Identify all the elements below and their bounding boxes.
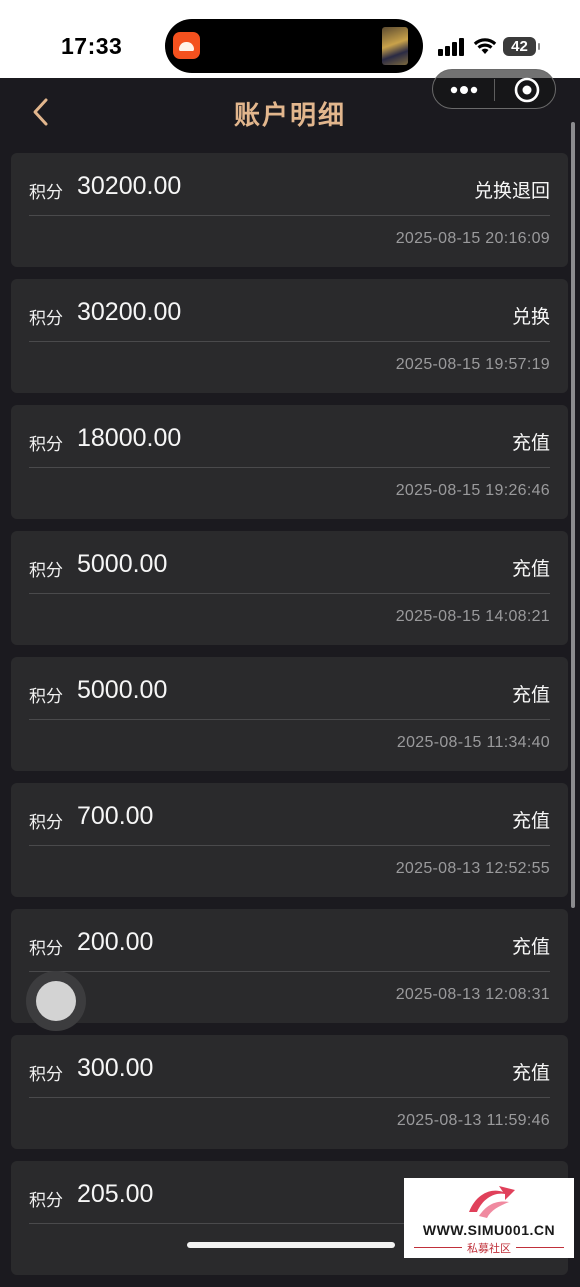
record-amount: 18000.00 bbox=[77, 424, 182, 452]
record-type: 充值 bbox=[511, 811, 550, 832]
record-card[interactable]: 积分 200.00 充值 2025-08-13 12:08:31 bbox=[11, 909, 568, 1023]
battery-icon: 42 bbox=[503, 37, 540, 56]
record-amount: 5000.00 bbox=[77, 676, 168, 704]
record-card[interactable]: 积分 300.00 充值 2025-08-13 11:59:46 bbox=[11, 1035, 568, 1149]
record-card[interactable]: 积分 30200.00 兑换 2025-08-15 19:57:19 bbox=[11, 279, 568, 393]
record-label: 积分 bbox=[29, 561, 63, 580]
watermark-name: 私募社区 bbox=[404, 1240, 574, 1256]
record-type: 充值 bbox=[511, 937, 550, 958]
record-label: 积分 bbox=[29, 687, 63, 706]
record-timestamp: 2025-08-15 19:57:19 bbox=[395, 356, 550, 373]
record-timestamp: 2025-08-13 12:08:31 bbox=[395, 986, 550, 1003]
status-bar: 17:33 42 bbox=[0, 0, 580, 78]
divider bbox=[29, 971, 550, 972]
record-timestamp: 2025-08-15 19:26:46 bbox=[395, 482, 550, 499]
record-card[interactable]: 积分 30200.00 兑换退回 2025-08-15 20:16:09 bbox=[11, 153, 568, 267]
dynamic-island bbox=[165, 19, 423, 73]
miniprogram-capsule bbox=[432, 69, 556, 109]
signal-icon bbox=[438, 38, 466, 56]
record-timestamp: 2025-08-13 11:59:46 bbox=[396, 1112, 550, 1129]
record-amount: 205.00 bbox=[77, 1180, 154, 1208]
capsule-divider bbox=[494, 79, 495, 101]
record-amount: 700.00 bbox=[77, 802, 154, 830]
record-label: 积分 bbox=[29, 309, 63, 328]
divider bbox=[29, 845, 550, 846]
record-timestamp: 2025-08-15 14:08:21 bbox=[395, 608, 550, 625]
divider bbox=[29, 719, 550, 720]
record-card[interactable]: 积分 18000.00 充值 2025-08-15 19:26:46 bbox=[11, 405, 568, 519]
record-amount: 300.00 bbox=[77, 1054, 154, 1082]
record-timestamp: 2025-08-13 12:52:55 bbox=[395, 860, 550, 877]
divider bbox=[29, 593, 550, 594]
record-label: 积分 bbox=[29, 939, 63, 958]
record-card[interactable]: 积分 5000.00 充值 2025-08-15 11:34:40 bbox=[11, 657, 568, 771]
divider bbox=[29, 215, 550, 216]
divider bbox=[29, 341, 550, 342]
record-amount: 30200.00 bbox=[77, 298, 182, 326]
divider bbox=[29, 1097, 550, 1098]
record-type: 兑换退回 bbox=[473, 181, 550, 202]
watermark-site: WWW.SIMU001.CN bbox=[422, 1222, 556, 1238]
record-label: 积分 bbox=[29, 183, 63, 202]
record-label: 积分 bbox=[29, 813, 63, 832]
record-type: 兑换 bbox=[511, 307, 550, 328]
scrollbar[interactable] bbox=[571, 122, 575, 908]
watermark: WWW.SIMU001.CN 私募社区 bbox=[404, 1178, 574, 1258]
status-time: 17:33 bbox=[61, 33, 123, 59]
record-amount: 30200.00 bbox=[77, 172, 182, 200]
media-thumbnail bbox=[382, 27, 408, 65]
wifi-icon bbox=[473, 38, 497, 54]
app-icon bbox=[173, 32, 200, 59]
record-amount: 5000.00 bbox=[77, 550, 168, 578]
more-dots-icon[interactable] bbox=[449, 80, 479, 100]
record-label: 积分 bbox=[29, 435, 63, 454]
assistive-touch-button[interactable] bbox=[26, 971, 86, 1031]
close-target-icon[interactable] bbox=[513, 76, 541, 104]
record-card[interactable]: 积分 5000.00 充值 2025-08-15 14:08:21 bbox=[11, 531, 568, 645]
record-card[interactable]: 积分 700.00 充值 2025-08-13 12:52:55 bbox=[11, 783, 568, 897]
record-type: 充值 bbox=[511, 559, 550, 580]
divider bbox=[29, 467, 550, 468]
record-amount: 200.00 bbox=[77, 928, 154, 956]
records-list: 积分 30200.00 兑换退回 2025-08-15 20:16:09 积分 … bbox=[11, 153, 568, 1287]
record-type: 充值 bbox=[511, 433, 550, 454]
home-indicator[interactable] bbox=[187, 1242, 395, 1248]
record-type: 充值 bbox=[511, 1063, 550, 1084]
watermark-logo-icon bbox=[469, 1186, 515, 1218]
record-timestamp: 2025-08-15 20:16:09 bbox=[395, 230, 550, 247]
nav-bar: 账户明细 bbox=[0, 69, 580, 146]
record-timestamp: 2025-08-15 11:34:40 bbox=[396, 734, 550, 751]
record-label: 积分 bbox=[29, 1191, 63, 1210]
record-label: 积分 bbox=[29, 1065, 63, 1084]
record-type: 充值 bbox=[511, 685, 550, 706]
